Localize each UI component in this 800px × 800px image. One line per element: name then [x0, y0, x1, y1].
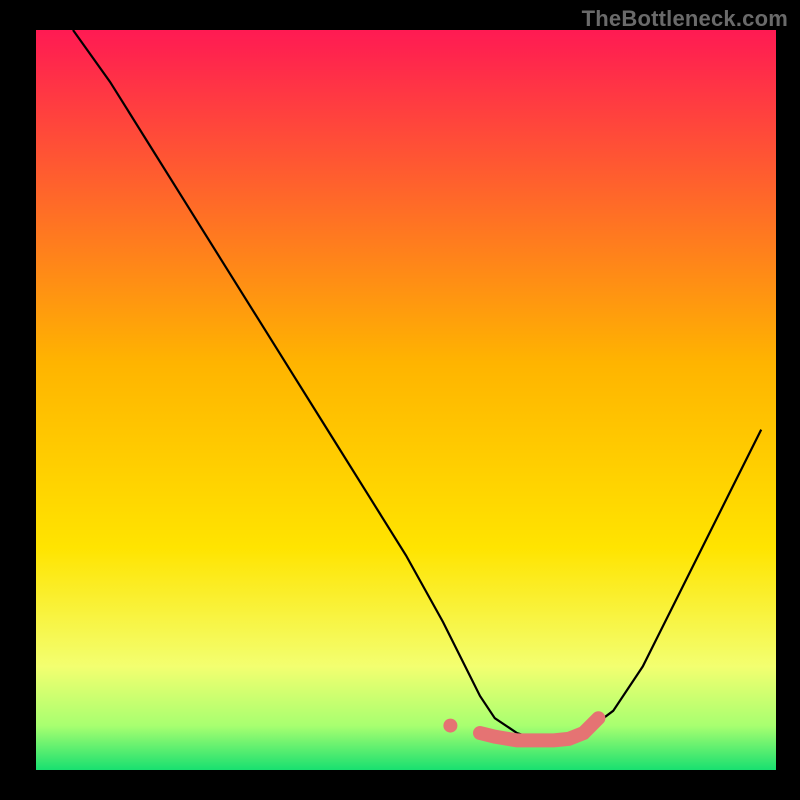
bottleneck-chart	[0, 0, 800, 800]
attribution-label: TheBottleneck.com	[582, 6, 788, 32]
lead-marker-dot	[443, 719, 457, 733]
